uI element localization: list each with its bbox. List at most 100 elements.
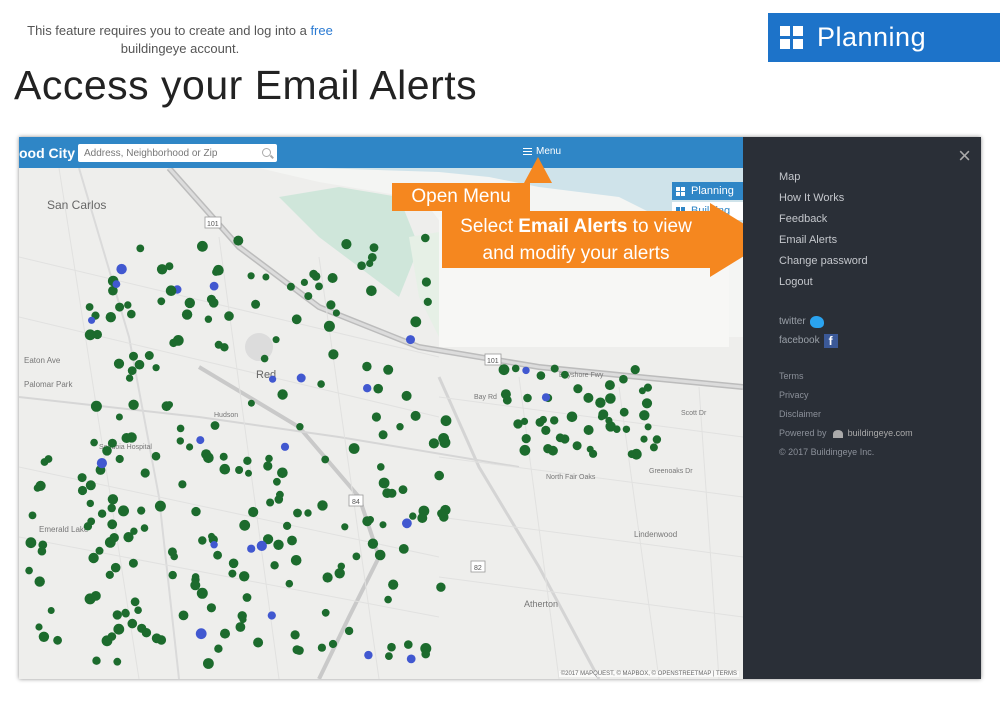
permit-marker[interactable]	[410, 410, 421, 421]
permit-marker[interactable]	[341, 523, 349, 531]
permit-marker[interactable]	[362, 516, 373, 527]
permit-marker[interactable]	[115, 454, 124, 464]
permit-marker[interactable]	[315, 282, 323, 291]
permit-marker[interactable]	[137, 506, 146, 515]
permit-marker[interactable]	[247, 399, 255, 407]
permit-marker[interactable]	[613, 425, 621, 434]
permit-marker[interactable]	[157, 297, 166, 306]
permit-marker[interactable]	[363, 384, 372, 393]
permit-marker[interactable]	[379, 521, 387, 529]
permit-marker[interactable]	[436, 582, 446, 592]
permit-marker[interactable]	[523, 393, 532, 403]
permit-marker[interactable]	[367, 253, 377, 262]
permit-marker[interactable]	[95, 546, 104, 555]
permit-marker[interactable]	[151, 451, 161, 461]
permit-marker[interactable]	[220, 343, 229, 352]
permit-marker[interactable]	[247, 544, 256, 553]
permit-marker[interactable]	[136, 244, 145, 253]
permit-marker[interactable]	[598, 409, 609, 420]
permit-marker[interactable]	[220, 628, 230, 639]
permit-marker[interactable]	[137, 623, 147, 633]
permit-marker[interactable]	[247, 272, 255, 280]
disclaimer-link[interactable]: Disclaimer	[779, 405, 913, 424]
permit-marker[interactable]	[209, 281, 219, 291]
permit-marker[interactable]	[304, 509, 312, 517]
permit-marker[interactable]	[129, 351, 138, 361]
permit-marker[interactable]	[219, 452, 228, 461]
permit-marker[interactable]	[186, 443, 194, 451]
permit-marker[interactable]	[404, 640, 413, 649]
permit-marker[interactable]	[204, 315, 213, 323]
permit-marker[interactable]	[88, 316, 96, 324]
map-attribution[interactable]: ©2017 MAPQUEST, © MAPBOX, © OPENSTREETMA…	[558, 671, 739, 677]
permit-marker[interactable]	[113, 657, 122, 666]
permit-marker[interactable]	[428, 438, 439, 449]
permit-marker[interactable]	[323, 320, 335, 332]
permit-marker[interactable]	[128, 399, 139, 410]
permit-marker[interactable]	[560, 434, 570, 444]
permit-marker[interactable]	[277, 389, 288, 400]
permit-marker[interactable]	[421, 277, 431, 287]
menu-button[interactable]: Menu	[523, 146, 561, 157]
permit-marker[interactable]	[619, 374, 628, 384]
permit-marker[interactable]	[210, 421, 220, 430]
permit-marker[interactable]	[265, 454, 273, 463]
permit-marker[interactable]	[341, 239, 352, 250]
permit-marker[interactable]	[38, 631, 50, 642]
permit-marker[interactable]	[165, 262, 174, 271]
permit-marker[interactable]	[85, 303, 94, 311]
permit-marker[interactable]	[212, 268, 220, 276]
permit-marker[interactable]	[373, 383, 384, 394]
permit-marker[interactable]	[107, 503, 116, 513]
permit-marker[interactable]	[364, 650, 373, 660]
permit-marker[interactable]	[543, 444, 553, 454]
permit-marker[interactable]	[421, 649, 431, 659]
permit-marker[interactable]	[112, 610, 123, 620]
permit-marker[interactable]	[97, 509, 107, 518]
permit-marker[interactable]	[566, 411, 578, 423]
permit-marker[interactable]	[273, 477, 281, 486]
permit-marker[interactable]	[586, 445, 594, 453]
permit-marker[interactable]	[378, 477, 390, 489]
permit-marker[interactable]	[190, 580, 201, 591]
permit-marker[interactable]	[326, 300, 336, 310]
permit-marker[interactable]	[85, 480, 96, 491]
search-icon[interactable]	[262, 148, 271, 157]
permit-marker[interactable]	[406, 654, 416, 664]
permit-marker[interactable]	[235, 466, 244, 474]
permit-marker[interactable]	[304, 292, 313, 301]
permit-marker[interactable]	[33, 484, 42, 492]
permit-marker[interactable]	[109, 533, 119, 543]
permit-marker[interactable]	[293, 508, 302, 518]
permit-marker[interactable]	[367, 538, 379, 549]
permit-marker[interactable]	[627, 450, 636, 459]
permit-marker[interactable]	[239, 519, 251, 531]
permit-marker[interactable]	[262, 273, 270, 281]
permit-marker[interactable]	[371, 412, 381, 422]
permit-marker[interactable]	[239, 615, 247, 624]
permit-marker[interactable]	[604, 380, 615, 391]
permit-marker[interactable]	[300, 278, 308, 286]
permit-marker[interactable]	[107, 519, 118, 530]
terms-link[interactable]: Terms	[779, 367, 913, 386]
permit-marker[interactable]	[322, 572, 333, 583]
permit-marker[interactable]	[649, 443, 658, 452]
permit-marker[interactable]	[328, 349, 339, 360]
permit-marker[interactable]	[140, 524, 149, 532]
address-search-input[interactable]	[78, 144, 277, 162]
permit-marker[interactable]	[520, 417, 529, 425]
permit-marker[interactable]	[522, 366, 530, 375]
facebook-link[interactable]: facebook f	[779, 331, 838, 350]
permit-marker[interactable]	[437, 509, 446, 518]
permit-marker[interactable]	[233, 235, 244, 246]
permit-marker[interactable]	[38, 540, 48, 550]
permit-marker[interactable]	[151, 633, 162, 644]
permit-marker[interactable]	[228, 569, 237, 578]
permit-marker[interactable]	[396, 423, 404, 431]
permit-marker[interactable]	[167, 547, 177, 557]
layer-tab-planning[interactable]: Planning	[672, 182, 743, 200]
permit-marker[interactable]	[239, 571, 250, 582]
sidebar-item-logout[interactable]: Logout	[779, 272, 868, 293]
permit-marker[interactable]	[235, 622, 246, 632]
permit-marker[interactable]	[643, 383, 653, 392]
